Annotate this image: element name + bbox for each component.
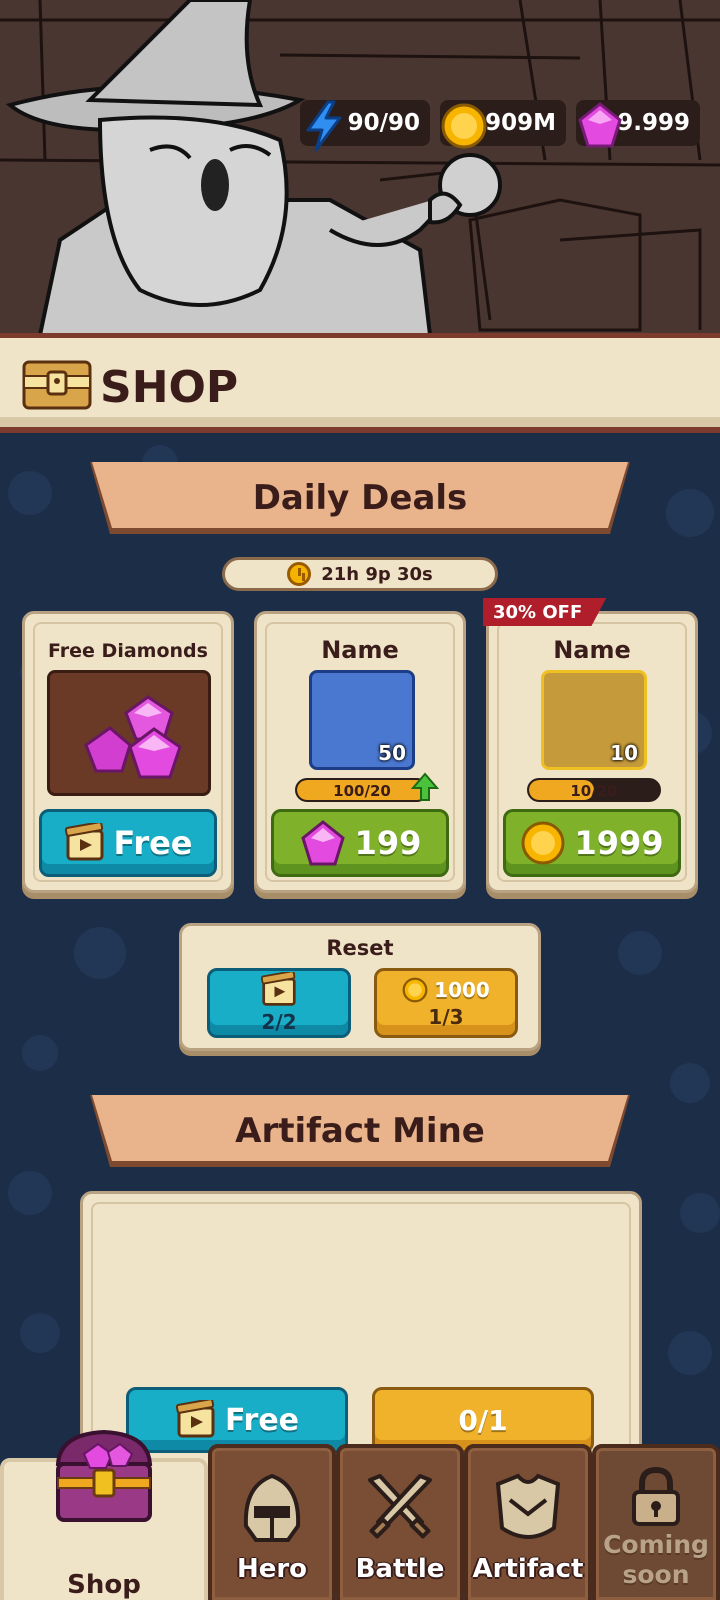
diamond-pile-icon bbox=[84, 695, 182, 779]
gold-coin-icon bbox=[521, 821, 565, 865]
item-slot: 10 bbox=[541, 670, 647, 770]
artifact-mine-ribbon: Artifact Mine bbox=[90, 1095, 630, 1171]
energy-counter: 90/90 bbox=[300, 100, 430, 152]
reset-title: Reset bbox=[326, 936, 394, 960]
diamond-icon bbox=[578, 102, 622, 148]
lightning-icon bbox=[306, 100, 342, 152]
deal-card-2: Name 50 100/20 199 bbox=[254, 611, 466, 893]
progress-text: 100/20 bbox=[333, 782, 391, 800]
energy-value: 90/90 bbox=[347, 110, 420, 136]
diamond-value: 9.999 bbox=[617, 110, 690, 136]
free-label: Free bbox=[224, 1402, 300, 1438]
gold-counter: 909M bbox=[440, 100, 566, 149]
daily-deals-title: Daily Deals bbox=[252, 478, 468, 518]
reset-gold-count: 1/3 bbox=[428, 1005, 464, 1029]
diamonds-item bbox=[47, 670, 211, 796]
diamond-counter: 9.999 bbox=[576, 100, 700, 148]
price: 1999 bbox=[574, 824, 664, 862]
hero-illustration: 90/90 909M 9.999 bbox=[0, 0, 720, 335]
shop-header: SHOP bbox=[0, 333, 720, 433]
tab-label: Shop bbox=[67, 1570, 141, 1600]
tab-battle[interactable]: Battle bbox=[336, 1444, 464, 1600]
tab-label: Battle bbox=[355, 1554, 445, 1584]
tab-label: Artifact bbox=[472, 1554, 584, 1584]
deal-card-3: 30% OFF Name 10 10/20 1999 bbox=[483, 598, 698, 893]
artifact-mine-progress: 0/1 bbox=[458, 1403, 508, 1437]
chest-icon bbox=[22, 360, 92, 410]
progress-text: 10/20 bbox=[570, 782, 618, 800]
page-title: SHOP bbox=[100, 362, 239, 413]
diamond-icon bbox=[300, 820, 345, 866]
buy-with-gold-button[interactable]: 1999 bbox=[503, 809, 681, 877]
item-quantity: 50 bbox=[378, 741, 406, 765]
bottom-nav: Hero Battle Artifact Coming soon Shop bbox=[0, 1429, 720, 1600]
free-diamonds-button[interactable]: Free bbox=[39, 809, 217, 877]
item-slot: 50 bbox=[309, 670, 415, 770]
reset-gold-price-row: 1000 bbox=[402, 977, 490, 1003]
buy-with-diamonds-button[interactable]: 199 bbox=[271, 809, 449, 877]
helmet-icon bbox=[243, 1473, 301, 1542]
tab-label: Coming soon bbox=[603, 1530, 709, 1589]
treasure-chest-icon bbox=[55, 1429, 153, 1522]
price: 199 bbox=[354, 824, 422, 862]
deal-card-free-diamonds: Free Diamonds Free bbox=[22, 611, 234, 893]
free-label: Free bbox=[113, 824, 193, 862]
tab-hero[interactable]: Hero bbox=[208, 1444, 336, 1600]
upgrade-arrow-icon bbox=[411, 772, 439, 801]
timer-value: 21h 9p 30s bbox=[321, 563, 433, 585]
tab-shop[interactable]: Shop bbox=[0, 1429, 208, 1600]
armor-icon bbox=[495, 1473, 561, 1539]
deal-title: Name bbox=[553, 636, 631, 664]
crossed-swords-icon bbox=[368, 1474, 432, 1539]
deal-title: Free Diamonds bbox=[48, 640, 208, 662]
video-ad-icon bbox=[260, 972, 296, 1006]
artifact-mine-title: Artifact Mine bbox=[235, 1111, 485, 1151]
reset-panel: Reset 2/2 1000 1/3 bbox=[179, 923, 541, 1051]
lock-icon bbox=[632, 1466, 680, 1526]
tab-coming-soon[interactable]: Coming soon bbox=[592, 1444, 720, 1600]
item-progress-bar: 10/20 bbox=[527, 778, 661, 802]
video-ad-icon bbox=[64, 823, 103, 861]
daily-deals-ribbon: Daily Deals bbox=[90, 462, 630, 538]
discount-badge: 30% OFF bbox=[483, 598, 607, 626]
tab-artifact[interactable]: Artifact bbox=[464, 1444, 592, 1600]
clock-icon bbox=[287, 562, 312, 586]
video-ad-icon bbox=[175, 1400, 215, 1438]
reset-ad-button[interactable]: 2/2 bbox=[207, 968, 351, 1038]
gold-coin-icon bbox=[402, 977, 428, 1003]
tab-label: Hero bbox=[236, 1554, 308, 1584]
gold-coin-icon bbox=[441, 103, 487, 149]
reset-gold-price: 1000 bbox=[434, 978, 490, 1002]
deals-timer: 21h 9p 30s bbox=[222, 557, 498, 591]
deal-title: Name bbox=[321, 636, 399, 664]
item-progress-bar: 100/20 bbox=[295, 778, 429, 802]
reset-ad-count: 2/2 bbox=[261, 1010, 297, 1034]
reset-gold-button[interactable]: 1000 1/3 bbox=[374, 968, 518, 1038]
wizard-illustration bbox=[0, 0, 720, 335]
item-quantity: 10 bbox=[610, 741, 638, 765]
gold-value: 909M bbox=[485, 110, 556, 136]
